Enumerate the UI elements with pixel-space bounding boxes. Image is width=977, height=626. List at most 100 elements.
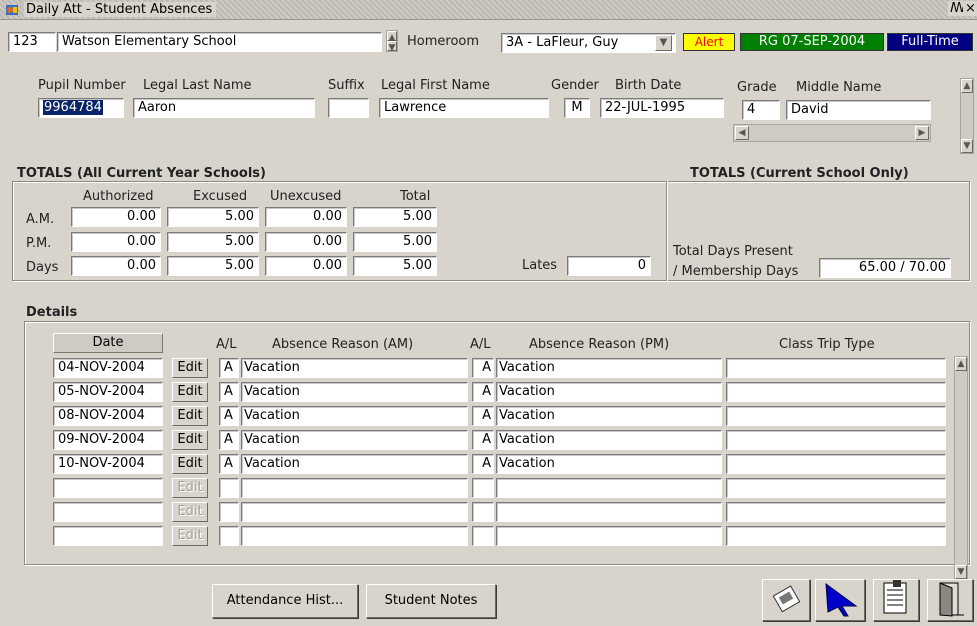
al-am-field[interactable] [219, 502, 239, 522]
reason-am-field[interactable] [241, 502, 468, 522]
reason-pm-field[interactable]: Vacation [496, 358, 722, 378]
am-authorized: 0.00 [71, 207, 161, 227]
gender-field[interactable]: M [564, 98, 590, 118]
trip-field[interactable] [726, 358, 946, 378]
pupil-number-field[interactable]: 9964784 [38, 98, 124, 118]
scroll-down-icon[interactable]: ▼ [961, 139, 973, 153]
homeroom-select[interactable]: 3A - LaFleur, Guy [501, 33, 676, 53]
scroll-down-icon[interactable]: ▼ [387, 41, 397, 53]
trip-field[interactable] [726, 406, 946, 426]
al-pm-field[interactable]: A [472, 406, 494, 426]
totals-all-title: TOTALS (All Current Year Schools) [17, 166, 266, 181]
date-field[interactable]: 05-NOV-2004 [53, 382, 163, 402]
birth-date-label: Birth Date [615, 78, 682, 93]
scroll-up-icon[interactable]: ▲ [955, 357, 967, 371]
date-field[interactable]: 09-NOV-2004 [53, 430, 163, 450]
al-am-field[interactable]: A [219, 406, 239, 426]
al-pm-field[interactable] [472, 478, 494, 498]
al-am-field[interactable]: A [219, 382, 239, 402]
col-total: Total [400, 189, 431, 204]
alert-badge[interactable]: Alert [683, 33, 735, 51]
reason-am-field[interactable]: Vacation [241, 406, 468, 426]
edit-button[interactable]: Edit [172, 358, 208, 378]
cursor-icon [825, 582, 858, 617]
attendance-history-button[interactable]: Attendance Hist... [212, 584, 358, 618]
reason-am-field[interactable] [241, 526, 468, 546]
am-excused: 5.00 [167, 207, 259, 227]
horizontal-scrollbar[interactable]: ◀ ▶ [733, 124, 931, 142]
reason-am-field[interactable]: Vacation [241, 358, 468, 378]
grade-field[interactable]: 4 [742, 100, 780, 120]
school-code-field[interactable]: 123 [8, 32, 56, 52]
reason-pm-field[interactable]: Vacation [496, 406, 722, 426]
trip-field[interactable] [726, 502, 946, 522]
chevron-down-icon[interactable]: ▼ [655, 35, 672, 51]
al-am-field[interactable] [219, 526, 239, 546]
edit-button: Edit [172, 526, 208, 546]
details-scrollbar[interactable]: ▲ ▼ [954, 356, 968, 580]
reason-am-field[interactable]: Vacation [241, 454, 468, 474]
reason-pm-field[interactable]: Vacation [496, 382, 722, 402]
date-column-header[interactable]: Date [53, 333, 163, 353]
reason-pm-field[interactable]: Vacation [496, 454, 722, 474]
days-total: 5.00 [353, 256, 437, 276]
al-am-field[interactable]: A [219, 454, 239, 474]
trip-field[interactable] [726, 526, 946, 546]
student-notes-button[interactable]: Student Notes [366, 584, 496, 618]
edit-button[interactable]: Edit [172, 406, 208, 426]
date-field[interactable] [53, 526, 163, 546]
edit-button[interactable]: Edit [172, 454, 208, 474]
school-scroll[interactable]: ▲ ▼ [386, 30, 398, 53]
trip-field[interactable] [726, 382, 946, 402]
edit-button[interactable]: Edit [172, 382, 208, 402]
edit-button[interactable]: Edit [172, 430, 208, 450]
date-field[interactable]: 08-NOV-2004 [53, 406, 163, 426]
al-am-field[interactable] [219, 478, 239, 498]
al-am-field[interactable]: A [219, 430, 239, 450]
date-field[interactable] [53, 478, 163, 498]
middle-name-field[interactable]: David [786, 100, 931, 120]
close-icon[interactable]: × [963, 1, 977, 16]
trip-field[interactable] [726, 478, 946, 498]
scroll-right-icon[interactable]: ▶ [915, 126, 929, 140]
reason-pm-field[interactable]: Vacation [496, 430, 722, 450]
scroll-down-icon[interactable]: ▼ [955, 565, 967, 579]
al-pm-field[interactable] [472, 502, 494, 522]
reason-pm-field[interactable] [496, 502, 722, 522]
legal-last-name-field[interactable]: Aaron [133, 98, 315, 118]
reason-pm-field[interactable] [496, 478, 722, 498]
am-unexcused: 0.00 [265, 207, 347, 227]
date-field[interactable] [53, 502, 163, 522]
trip-field[interactable] [726, 430, 946, 450]
school-name-field[interactable]: Watson Elementary School [57, 32, 382, 52]
scroll-up-icon[interactable]: ▲ [961, 79, 973, 93]
birth-date-field[interactable]: 22-JUL-1995 [600, 98, 724, 118]
scroll-up-icon[interactable]: ▲ [387, 31, 397, 43]
reason-am-field[interactable]: Vacation [241, 430, 468, 450]
record-scrollbar[interactable]: ▲ ▼ [960, 78, 974, 154]
al-pm-field[interactable]: A [472, 430, 494, 450]
date-field[interactable]: 04-NOV-2004 [53, 358, 163, 378]
legal-first-name-field[interactable]: Lawrence [379, 98, 549, 118]
al-pm-field[interactable]: A [472, 382, 494, 402]
al-am-field[interactable]: A [219, 358, 239, 378]
registration-badge: RG 07-SEP-2004 [740, 33, 884, 51]
days-present-field: 65.00 / 70.00 [819, 258, 951, 278]
print-button[interactable] [762, 579, 810, 621]
al-pm-field[interactable]: A [472, 454, 494, 474]
scroll-left-icon[interactable]: ◀ [735, 126, 749, 140]
select-button[interactable] [815, 579, 865, 621]
exit-button[interactable] [927, 579, 973, 621]
suffix-field[interactable] [328, 98, 369, 118]
date-field[interactable]: 10-NOV-2004 [53, 454, 163, 474]
al-pm-field[interactable] [472, 526, 494, 546]
col-excused: Excused [193, 189, 248, 204]
trip-field[interactable] [726, 454, 946, 474]
reason-am-field[interactable] [241, 478, 468, 498]
reason-am-field[interactable]: Vacation [241, 382, 468, 402]
reason-pm-field[interactable] [496, 526, 722, 546]
al-pm-field[interactable]: A [472, 358, 494, 378]
legal-first-name-label: Legal First Name [381, 78, 490, 93]
save-icon [883, 580, 907, 614]
save-button[interactable] [873, 579, 919, 621]
